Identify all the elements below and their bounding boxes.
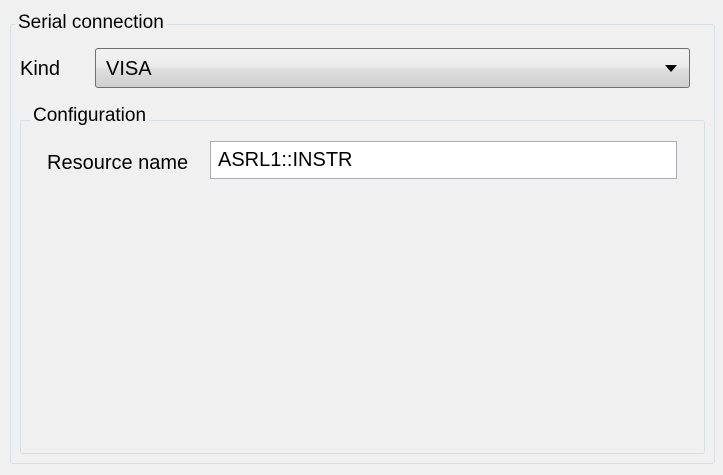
resource-name-label: Resource name <box>47 152 189 174</box>
kind-label: Kind <box>20 58 61 80</box>
configuration-title: Configuration <box>30 104 150 128</box>
kind-combobox[interactable]: VISA <box>95 48 690 88</box>
kind-selected-value: VISA <box>106 58 152 80</box>
serial-connection-title: Serial connection <box>15 11 167 35</box>
resource-name-input[interactable] <box>210 141 677 179</box>
chevron-down-icon[interactable] <box>665 65 677 72</box>
serial-connection-panel: Serial connection Kind VISA Configuratio… <box>0 0 723 475</box>
